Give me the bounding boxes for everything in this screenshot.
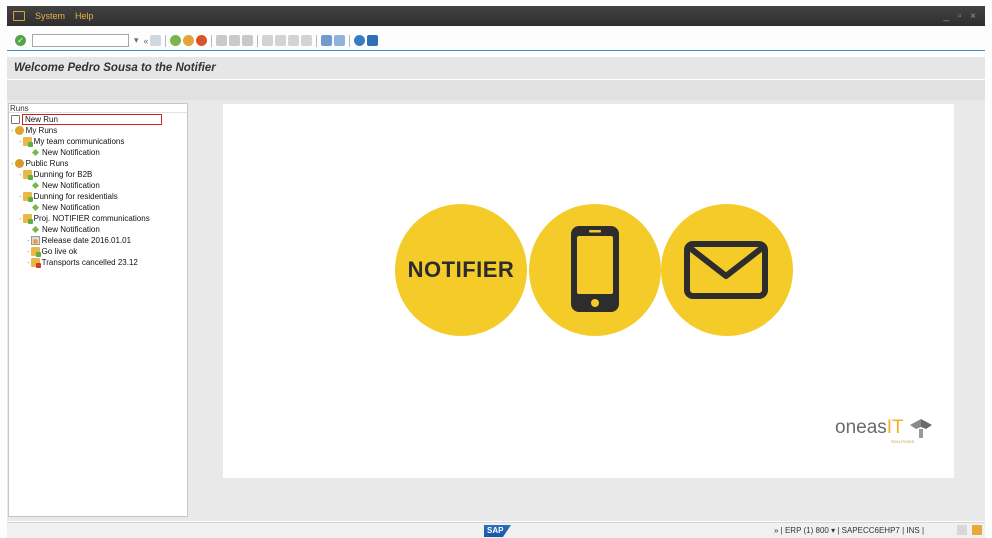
standard-toolbar: ✓ ▾ « [7, 31, 985, 51]
tree-node-new-notification[interactable]: New Notification [31, 202, 100, 213]
toolbar-divider [256, 34, 258, 47]
back-icon[interactable] [169, 35, 181, 46]
notification-icon [31, 225, 40, 234]
chevron-down-icon[interactable]: ▾ [134, 35, 139, 46]
command-field[interactable] [32, 34, 129, 47]
print-icon[interactable] [215, 35, 227, 46]
tree-node-dunning-residentials[interactable]: - Dunning for residentials [19, 191, 118, 202]
page-title: Welcome Pedro Sousa to the Notifier [14, 62, 216, 74]
error-icon [30, 258, 41, 268]
application-toolbar [7, 80, 985, 100]
save-icon[interactable] [149, 35, 161, 46]
tree-node-label: Public Runs [25, 159, 69, 168]
status-bar: SAP » | ERP (1) 800 ▾ | SAPECC6EHP7 | IN… [7, 522, 985, 538]
toolbar-divider [164, 34, 166, 47]
pane-splitter[interactable] [188, 103, 191, 517]
new-session-icon[interactable] [320, 35, 332, 46]
envelope-icon [684, 241, 768, 299]
oneasit-logo: oneasIT SOLUTIONS [835, 417, 934, 444]
tree-node-my-team-communications[interactable]: - My team communications [19, 136, 124, 147]
first-page-icon[interactable] [261, 35, 273, 46]
toolbar-divider [315, 34, 317, 47]
lock-icon[interactable] [972, 525, 982, 535]
menu-system[interactable]: System [35, 11, 65, 21]
folder-icon [22, 137, 33, 147]
runs-group-icon [14, 159, 24, 168]
folder-icon [22, 192, 33, 202]
tree-node-go-live-ok[interactable]: - Go live ok [27, 246, 77, 257]
tree-node-label: New Run [22, 114, 162, 125]
tree-node-label: Release date 2016.01.01 [41, 236, 132, 245]
tree-node-label: New Notification [42, 225, 100, 234]
tree-node-dunning-b2b[interactable]: - Dunning for B2B [19, 169, 92, 180]
tree-node-label: New Notification [42, 181, 100, 190]
folder-icon [22, 170, 33, 180]
tree-node-label: Dunning for residentials [33, 192, 118, 201]
system-info[interactable]: » | ERP (1) 800 ▾ | SAPECC6EHP7 | INS | [774, 526, 924, 535]
runs-tree: Runs New Run - My Runs - My team communi… [8, 103, 188, 517]
tree-header: Runs [9, 104, 187, 113]
tree-node-label: New Notification [42, 148, 100, 157]
folder-icon [22, 214, 33, 224]
tree-node-label: Dunning for B2B [33, 170, 93, 179]
customize-layout-icon[interactable] [366, 35, 378, 46]
mobile-phone-icon [571, 226, 619, 312]
notifier-circle: NOTIFIER [395, 204, 527, 336]
system-menu-icon[interactable] [13, 11, 25, 21]
history-back-icon[interactable]: « [144, 36, 149, 46]
tree-node-label: My Runs [25, 126, 58, 135]
runs-group-icon [14, 126, 24, 135]
tree-node-label: Proj. NOTIFIER communications [33, 214, 150, 223]
next-page-icon[interactable] [287, 35, 299, 46]
warning-icon [30, 236, 40, 245]
tree-node-label: My team communications [33, 137, 125, 146]
menu-help[interactable]: Help [75, 11, 94, 21]
toolbar-divider [348, 34, 350, 47]
notifier-label: NOTIFIER [407, 257, 515, 282]
overtype-icon[interactable] [957, 525, 967, 535]
tree-node-transports-cancelled[interactable]: - Transports cancelled 23.12 [27, 257, 138, 268]
help-icon[interactable] [353, 35, 365, 46]
tree-node-new-notification[interactable]: New Notification [31, 224, 100, 235]
toolbar-divider [210, 34, 212, 47]
tree-node-my-runs[interactable]: - My Runs [11, 125, 57, 136]
notification-icon [31, 203, 40, 212]
tree-node-new-run[interactable]: New Run [11, 114, 162, 125]
tree-node-new-notification[interactable]: New Notification [31, 180, 100, 191]
find-icon[interactable] [228, 35, 240, 46]
tree-node-public-runs[interactable]: - Public Runs [11, 158, 68, 169]
welcome-banner: NOTIFIER oneasIT SOLUTIONS [223, 104, 954, 478]
tree-node-label: Go live ok [41, 247, 78, 256]
sap-logo: SAP [484, 525, 511, 537]
mail-circle [661, 204, 793, 336]
tree-node-label: New Notification [42, 203, 100, 212]
title-bar: Welcome Pedro Sousa to the Notifier [7, 57, 985, 79]
last-page-icon[interactable] [300, 35, 312, 46]
shortcut-icon[interactable] [333, 35, 345, 46]
previous-page-icon[interactable] [274, 35, 286, 46]
tree-node-label: Transports cancelled 23.12 [41, 258, 138, 267]
menu-bar: System Help _ ▫ × [7, 6, 985, 26]
document-icon [11, 115, 20, 124]
notification-icon [31, 181, 40, 190]
exit-icon[interactable] [182, 35, 194, 46]
enter-icon[interactable]: ✓ [15, 35, 26, 46]
notification-icon [31, 148, 40, 157]
cancel-icon[interactable] [195, 35, 207, 46]
window-controls[interactable]: _ ▫ × [943, 11, 979, 22]
tree-node-release-date[interactable]: - Release date 2016.01.01 [27, 235, 131, 246]
phone-circle [529, 204, 661, 336]
find-next-icon[interactable] [241, 35, 253, 46]
tree-node-proj-notifier[interactable]: - Proj. NOTIFIER communications [19, 213, 150, 224]
tree-node-new-notification[interactable]: New Notification [31, 147, 100, 158]
success-icon [30, 247, 41, 257]
logo-mark-icon [909, 419, 932, 438]
sap-gui-window: System Help _ ▫ × ✓ ▾ « Welcome Pedro So… [0, 0, 992, 538]
